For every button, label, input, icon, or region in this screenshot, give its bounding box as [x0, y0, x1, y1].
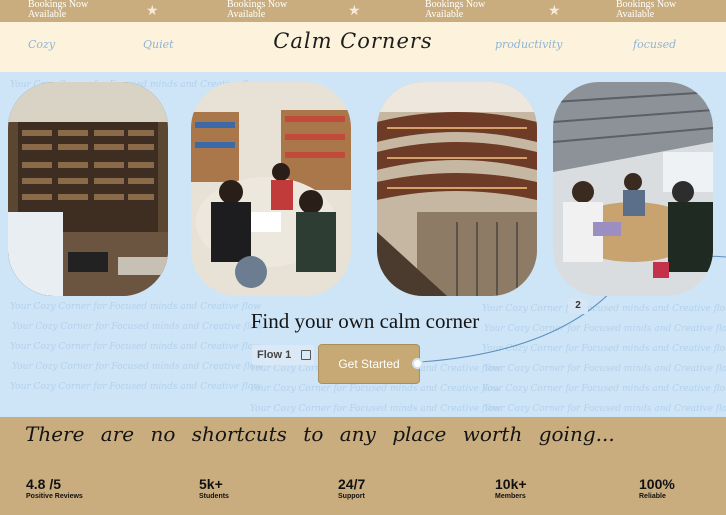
stat-value: 100%: [639, 476, 675, 492]
frame-icon: [301, 350, 311, 360]
site-header: Cozy Quiet Calm Corners productivity foc…: [0, 22, 726, 72]
stat-label: Members: [495, 493, 526, 500]
stat-label: Reliable: [639, 493, 666, 500]
photo-card[interactable]: [553, 82, 713, 296]
stat-item: 100% Reliable: [639, 476, 675, 500]
star-icon: ★: [146, 2, 159, 18]
photo-card[interactable]: [191, 82, 351, 296]
flow-label: Flow 1: [257, 349, 292, 361]
get-started-button[interactable]: Get Started: [318, 344, 420, 384]
inspirational-quote: There are no shortcuts to any place wort…: [25, 422, 615, 446]
stat-value: 10k+: [495, 476, 527, 492]
library-circular-photo: [377, 82, 537, 296]
stats-section: There are no shortcuts to any place wort…: [0, 417, 726, 515]
stat-item: 10k+ Members: [495, 476, 527, 500]
photo-card[interactable]: [377, 82, 537, 296]
stat-label: Support: [338, 493, 365, 500]
step-badge: 2: [568, 298, 588, 314]
flow-tag[interactable]: Flow 1: [252, 345, 314, 365]
nav-link-quiet[interactable]: Quiet: [143, 38, 174, 51]
marquee-text: Bookings Now Available: [28, 0, 89, 20]
library-octagon-photo: [8, 82, 168, 296]
students-group-photo: [191, 82, 351, 296]
stat-value: 24/7: [338, 476, 366, 492]
hero-section: Your Cozy Corner for Focused minds and C…: [0, 72, 726, 417]
stat-item: 4.8 /5 Positive Reviews: [26, 476, 83, 500]
stat-value: 4.8 /5: [26, 476, 62, 492]
stat-label: Students: [199, 493, 229, 500]
brand-logo[interactable]: Calm Corners: [258, 29, 448, 53]
photo-card[interactable]: [8, 82, 168, 296]
marquee-text: Bookings Now Available: [616, 0, 677, 20]
nav-link-productivity[interactable]: productivity: [495, 38, 563, 51]
nav-link-focused[interactable]: focused: [633, 38, 676, 51]
nav-link-cozy[interactable]: Cozy: [28, 38, 55, 51]
stat-label: Positive Reviews: [26, 493, 83, 500]
star-icon: ★: [548, 2, 561, 18]
stat-item: 24/7 Support: [338, 476, 365, 500]
announcement-marquee: Bookings Now Available ★ Bookings Now Av…: [0, 0, 726, 22]
stat-value: 5k+: [199, 476, 223, 492]
hero-title: Find your own calm corner: [250, 309, 480, 333]
marquee-text: Bookings Now Available: [227, 0, 288, 20]
marquee-text: Bookings Now Available: [425, 0, 486, 20]
study-hall-photo: [553, 82, 713, 296]
stat-item: 5k+ Students: [199, 476, 229, 500]
star-icon: ★: [348, 2, 361, 18]
connector-handle[interactable]: [412, 358, 423, 369]
